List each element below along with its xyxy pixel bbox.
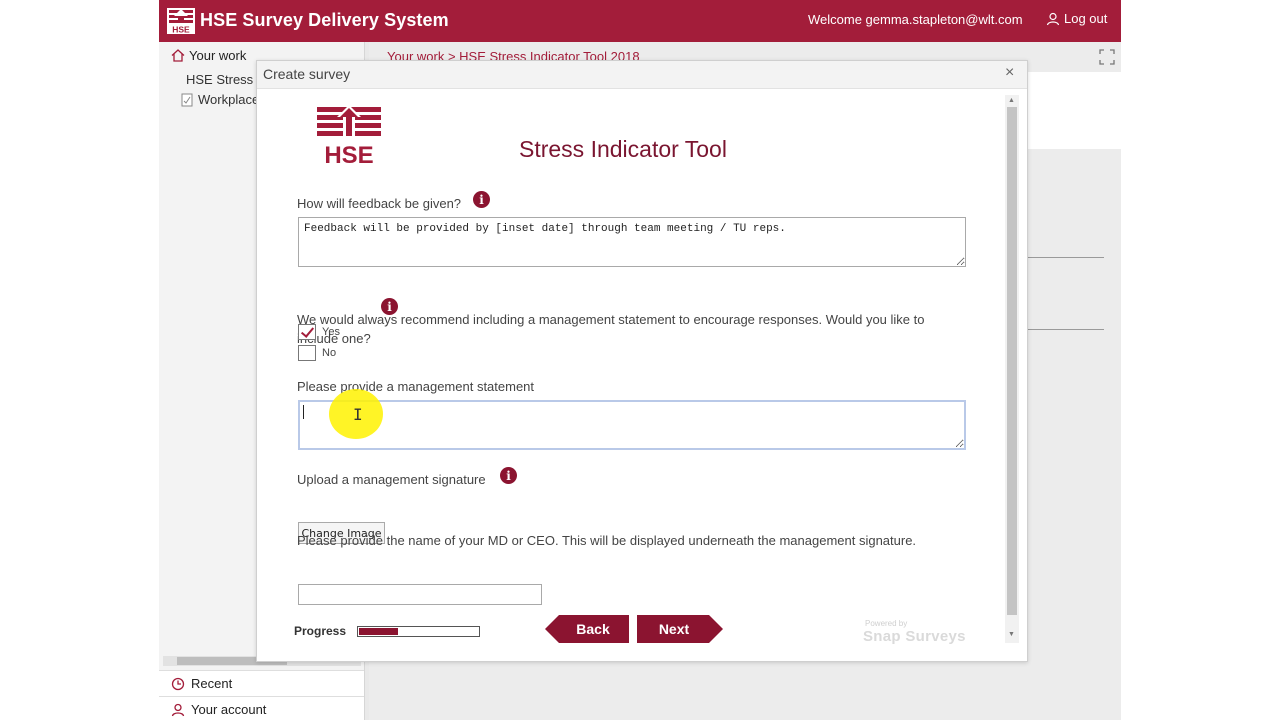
sidebar-item-your-account[interactable]: Your account <box>159 696 364 720</box>
top-bar: HSE HSE Survey Delivery System Welcome g… <box>159 0 1121 42</box>
home-icon <box>171 49 185 62</box>
close-icon[interactable]: × <box>1005 64 1014 82</box>
app-title: HSE Survey Delivery System <box>200 10 449 30</box>
powered-by-text: Powered by <box>865 619 908 628</box>
option-label: Yes <box>322 326 340 338</box>
info-icon[interactable]: i <box>500 467 517 484</box>
yes-checkbox[interactable] <box>298 324 316 340</box>
hse-logo-icon: HSE <box>167 8 195 34</box>
info-icon[interactable]: i <box>381 298 398 315</box>
option-no[interactable]: No <box>298 345 336 361</box>
next-button[interactable]: Next <box>637 615 723 643</box>
survey-title: Stress Indicator Tool <box>519 136 727 162</box>
sidebar-label: Your account <box>191 702 267 717</box>
logout-label: Log out <box>1064 11 1108 26</box>
sidebar-item-your-work[interactable]: Your work <box>171 48 246 63</box>
scroll-up-arrow-icon[interactable]: ▲ <box>1008 97 1015 104</box>
progress-label: Progress <box>294 624 347 638</box>
user-icon <box>171 703 185 716</box>
ceo-question-label: Please provide the name of your MD or CE… <box>297 533 917 548</box>
progress-bar <box>357 626 480 637</box>
sidebar-label: Recent <box>191 676 233 691</box>
divider <box>1027 329 1104 330</box>
user-icon <box>1046 12 1060 25</box>
dialog-header: Create survey × <box>257 61 1027 89</box>
option-yes[interactable]: Yes <box>298 324 340 340</box>
ceo-name-input[interactable] <box>298 584 542 605</box>
welcome-text: Welcome gemma.stapleton@wlt.com <box>808 12 1023 27</box>
text-caret <box>303 405 304 419</box>
sidebar-label: Your work <box>189 48 247 63</box>
main-panel <box>1027 72 1121 149</box>
management-statement-input[interactable] <box>298 400 966 450</box>
hse-brand-logo: HSE <box>317 105 381 165</box>
feedback-input[interactable]: Feedback will be provided by [inset date… <box>298 217 966 267</box>
fullscreen-icon[interactable] <box>1099 49 1115 65</box>
divider <box>1027 257 1104 258</box>
history-icon <box>171 677 185 690</box>
no-checkbox[interactable] <box>298 345 316 361</box>
survey-form: HSE Stress Indicator Tool How will feedb… <box>257 89 1027 661</box>
text-cursor-icon: I <box>353 405 363 424</box>
snap-surveys-logo: Snap Surveys <box>863 628 966 645</box>
scroll-down-arrow-icon[interactable]: ▼ <box>1008 631 1015 638</box>
option-label: No <box>322 347 337 359</box>
tree-item-label: Workplace <box>198 92 260 107</box>
dialog-title: Create survey <box>263 66 351 82</box>
create-survey-dialog: Create survey × HSE Stress Indicator Too… <box>256 60 1028 662</box>
logout-button[interactable]: Log out <box>1046 11 1107 26</box>
progress-fill <box>359 628 398 635</box>
dialog-vertical-scrollbar[interactable]: ▲ ▼ <box>1005 95 1019 643</box>
info-icon[interactable]: i <box>473 191 490 208</box>
feedback-question-label: How will feedback be given? <box>297 196 462 211</box>
statement-question-label: Please provide a management statement <box>297 379 535 394</box>
signature-question-label: Upload a management signature <box>297 472 486 487</box>
checklist-icon <box>181 93 193 106</box>
logo-text: HSE <box>324 142 373 165</box>
back-button[interactable]: Back <box>545 615 629 643</box>
scrollbar-thumb[interactable] <box>1007 107 1017 615</box>
svg-text:HSE: HSE <box>172 25 190 35</box>
sidebar-item-recent[interactable]: Recent <box>159 670 364 696</box>
